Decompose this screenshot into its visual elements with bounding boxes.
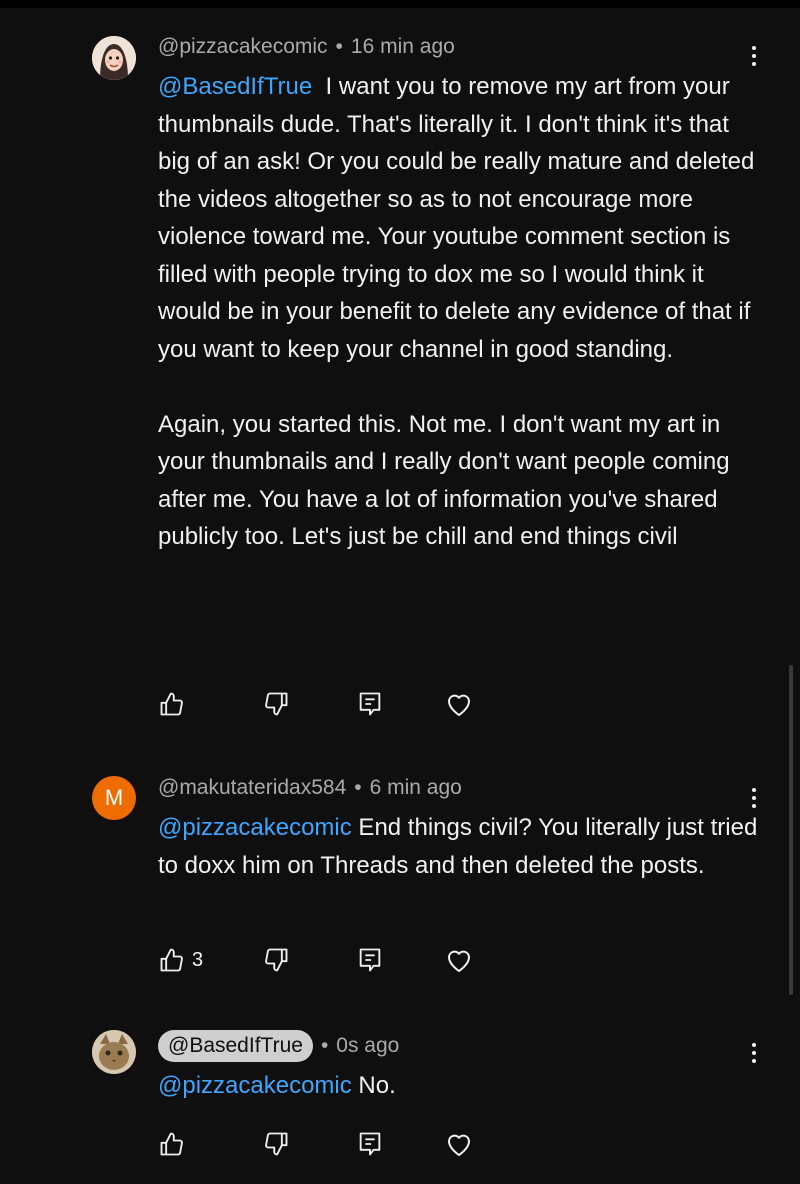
dislike-button[interactable] — [262, 1130, 290, 1158]
comment-meta: @pizzacakecomic • 16 min ago — [158, 35, 455, 59]
reply-button[interactable] — [356, 1130, 384, 1158]
thumbs-up-icon — [160, 1132, 183, 1156]
mention-link[interactable]: @BasedIfTrue — [158, 73, 312, 100]
thumbs-down-icon — [265, 1132, 288, 1156]
reply-icon — [359, 948, 381, 972]
comment-body: No. — [351, 1072, 396, 1099]
status-bar — [0, 0, 800, 8]
comment-text: @BasedIfTrue I want you to remove my art… — [158, 68, 758, 556]
separator-dot: • — [320, 1034, 329, 1057]
thumbs-up-icon — [160, 948, 183, 972]
like-button[interactable] — [158, 690, 192, 718]
thumbs-down-icon — [265, 948, 288, 972]
thumbs-down-icon — [265, 692, 288, 716]
like-count: 3 — [192, 948, 204, 971]
dislike-button[interactable] — [262, 690, 290, 718]
comment-time: 16 min ago — [350, 35, 455, 58]
scrollbar[interactable] — [789, 665, 793, 995]
heart-button[interactable] — [444, 690, 474, 720]
reply-icon — [359, 1132, 381, 1156]
reply-icon — [359, 692, 381, 716]
heart-icon — [448, 950, 470, 972]
comment-time: 6 min ago — [369, 776, 462, 799]
separator-dot: • — [354, 776, 362, 799]
mention-link[interactable]: @pizzacakecomic — [158, 814, 352, 841]
avatar-illustration — [92, 36, 136, 80]
mention-link[interactable]: @pizzacakecomic — [158, 1072, 352, 1099]
author-name[interactable]: @pizzacakecomic — [158, 35, 328, 59]
thumbs-up-icon — [160, 692, 183, 716]
avatar-letter: M — [104, 785, 124, 810]
separator-dot: • — [335, 35, 343, 58]
comment-body: I want you to remove my art from your th… — [158, 73, 755, 550]
avatar[interactable] — [92, 36, 136, 80]
heart-button[interactable] — [444, 1130, 474, 1160]
comment-time: 0s ago — [336, 1034, 400, 1057]
comment-actions — [158, 1130, 498, 1166]
comment-meta: @makutateridax584 • 6 min ago — [158, 776, 462, 800]
more-vert-icon — [752, 1043, 756, 1047]
reply-button[interactable] — [356, 946, 384, 974]
heart-icon — [448, 1134, 470, 1156]
avatar-cat-image — [92, 1030, 136, 1074]
comment-text: @pizzacakecomic No. — [158, 1067, 758, 1105]
comment-meta: @BasedIfTrue • 0s ago — [158, 1030, 399, 1062]
dislike-button[interactable] — [262, 946, 290, 974]
reply-button[interactable] — [356, 690, 384, 718]
comment-actions: 3 — [158, 946, 498, 982]
like-button[interactable] — [158, 1130, 192, 1158]
heart-icon — [448, 694, 470, 716]
more-vert-icon — [752, 46, 756, 50]
comment-actions — [158, 690, 498, 726]
more-options-button[interactable] — [744, 1035, 764, 1071]
author-name[interactable]: @makutateridax584 — [158, 776, 346, 800]
avatar[interactable]: M — [92, 776, 136, 820]
comment-text: @pizzacakecomic End things civil? You li… — [158, 809, 758, 884]
heart-button[interactable] — [444, 946, 474, 976]
like-button[interactable]: 3 — [158, 946, 203, 974]
author-name-chip[interactable]: @BasedIfTrue — [158, 1030, 313, 1062]
avatar[interactable] — [92, 1030, 136, 1074]
more-vert-icon — [752, 788, 756, 792]
